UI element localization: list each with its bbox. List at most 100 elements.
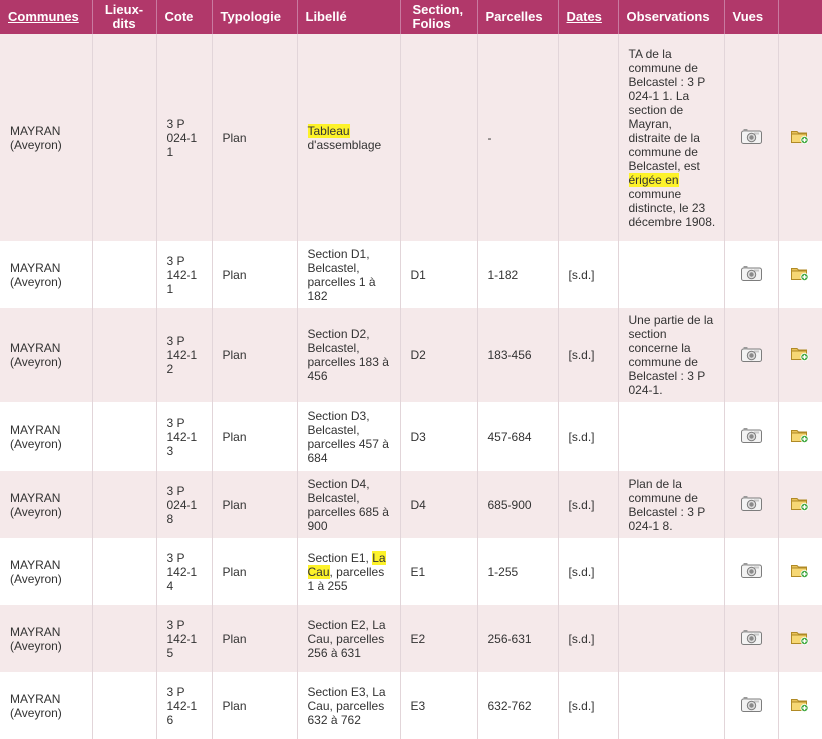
vues-cell [724, 672, 779, 739]
lieux-dits-cell [92, 402, 157, 471]
section-cell [400, 34, 478, 241]
observations-text: TA de la commune de Belcastel : 3 P 024-… [628, 46, 706, 173]
section-cell: D1 [400, 241, 478, 308]
col-cote-header: Cote [156, 0, 213, 34]
actions-cell [778, 308, 822, 402]
libelle-text: d'assemblage [307, 137, 382, 152]
table-row: MAYRAN (Aveyron) 3 P 142-1 1 Plan Sectio… [0, 241, 822, 308]
col-section-header: Section, Folios [400, 0, 478, 34]
folder-add-icon[interactable] [791, 346, 809, 364]
parcelles-cell: 1-255 [477, 538, 559, 605]
cote-cell: 3 P 142-1 4 [156, 538, 213, 605]
cote-cell: 3 P 142-1 3 [156, 402, 213, 471]
folder-add-icon[interactable] [791, 428, 809, 446]
typologie-cell: Plan [212, 672, 298, 739]
folder-add-icon[interactable] [791, 129, 809, 147]
typologie-cell: Plan [212, 538, 298, 605]
col-typologie-header: Typologie [212, 0, 298, 34]
col-libelle-header: Libellé [297, 0, 401, 34]
camera-icon[interactable] [740, 265, 762, 284]
actions-cell [778, 672, 822, 739]
dates-cell: [s.d.] [558, 605, 619, 672]
section-cell: E3 [400, 672, 478, 739]
lieux-dits-cell [92, 605, 157, 672]
camera-icon[interactable] [740, 346, 762, 365]
camera-icon[interactable] [740, 629, 762, 648]
col-vues-header: Vues [724, 0, 779, 34]
parcelles-cell: 256-631 [477, 605, 559, 672]
typologie-cell: Plan [212, 241, 298, 308]
table-row: MAYRAN (Aveyron) 3 P 142-1 3 Plan Sectio… [0, 402, 822, 471]
commune-cell: MAYRAN (Aveyron) [0, 402, 93, 471]
table-row: MAYRAN (Aveyron) 3 P 024-1 1 Plan Tablea… [0, 34, 822, 241]
lieux-dits-cell [92, 308, 157, 402]
libelle-cell: Section E1, La Cau, parcelles 1 à 255 [297, 538, 401, 605]
commune-cell: MAYRAN (Aveyron) [0, 308, 93, 402]
communes-sort-link[interactable]: Communes [8, 9, 79, 24]
table-row: MAYRAN (Aveyron) 3 P 142-1 5 Plan Sectio… [0, 605, 822, 672]
camera-icon[interactable] [740, 128, 762, 147]
cote-cell: 3 P 142-1 6 [156, 672, 213, 739]
dates-cell: [s.d.] [558, 538, 619, 605]
camera-icon[interactable] [740, 495, 762, 514]
commune-cell: MAYRAN (Aveyron) [0, 471, 93, 538]
commune-cell: MAYRAN (Aveyron) [0, 34, 93, 241]
table-row: MAYRAN (Aveyron) 3 P 024-1 8 Plan Sectio… [0, 471, 822, 538]
lieux-dits-cell [92, 471, 157, 538]
search-highlight: Tableau [307, 123, 350, 138]
camera-icon[interactable] [740, 562, 762, 581]
lieux-dits-cell [92, 538, 157, 605]
folder-add-icon[interactable] [791, 630, 809, 648]
libelle-cell: Section D2, Belcastel, parcelles 183 à 4… [297, 308, 401, 402]
commune-cell: MAYRAN (Aveyron) [0, 605, 93, 672]
section-cell: D3 [400, 402, 478, 471]
actions-cell [778, 471, 822, 538]
libelle-cell: Section D1, Belcastel, parcelles 1 à 182 [297, 241, 401, 308]
vues-cell [724, 471, 779, 538]
actions-cell [778, 241, 822, 308]
commune-cell: MAYRAN (Aveyron) [0, 538, 93, 605]
col-dates-header[interactable]: Dates [558, 0, 619, 34]
dates-cell: [s.d.] [558, 241, 619, 308]
col-observations-header: Observations [618, 0, 725, 34]
col-actions-header [778, 0, 822, 34]
results-table: Communes Lieux-dits Cote Typologie Libel… [0, 0, 822, 739]
typologie-cell: Plan [212, 605, 298, 672]
cote-cell: 3 P 024-1 1 [156, 34, 213, 241]
vues-cell [724, 308, 779, 402]
observations-cell [618, 402, 725, 471]
vues-cell [724, 538, 779, 605]
commune-cell: MAYRAN (Aveyron) [0, 241, 93, 308]
dates-sort-link[interactable]: Dates [567, 9, 602, 24]
folder-add-icon[interactable] [791, 496, 809, 514]
col-communes-header[interactable]: Communes [0, 0, 93, 34]
dates-cell: [s.d.] [558, 308, 619, 402]
libelle-cell: Section D4, Belcastel, parcelles 685 à 9… [297, 471, 401, 538]
parcelles-cell: 183-456 [477, 308, 559, 402]
dates-cell: [s.d.] [558, 402, 619, 471]
observations-cell: Plan de la commune de Belcastel : 3 P 02… [618, 471, 725, 538]
camera-icon[interactable] [740, 696, 762, 715]
search-highlight: érigée en [628, 172, 679, 187]
parcelles-cell: - [477, 34, 559, 241]
col-parcelles-header: Parcelles [477, 0, 559, 34]
cote-cell: 3 P 142-1 5 [156, 605, 213, 672]
actions-cell [778, 605, 822, 672]
table-row: MAYRAN (Aveyron) 3 P 142-1 6 Plan Sectio… [0, 672, 822, 739]
section-cell: D2 [400, 308, 478, 402]
vues-cell [724, 241, 779, 308]
folder-add-icon[interactable] [791, 563, 809, 581]
camera-icon[interactable] [740, 427, 762, 446]
dates-cell: [s.d.] [558, 471, 619, 538]
parcelles-cell: 1-182 [477, 241, 559, 308]
folder-add-icon[interactable] [791, 697, 809, 715]
parcelles-cell: 685-900 [477, 471, 559, 538]
dates-cell: [s.d.] [558, 672, 619, 739]
lieux-dits-cell [92, 672, 157, 739]
vues-cell [724, 34, 779, 241]
table-row: MAYRAN (Aveyron) 3 P 142-1 4 Plan Sectio… [0, 538, 822, 605]
vues-cell [724, 605, 779, 672]
typologie-cell: Plan [212, 402, 298, 471]
actions-cell [778, 34, 822, 241]
folder-add-icon[interactable] [791, 266, 809, 284]
